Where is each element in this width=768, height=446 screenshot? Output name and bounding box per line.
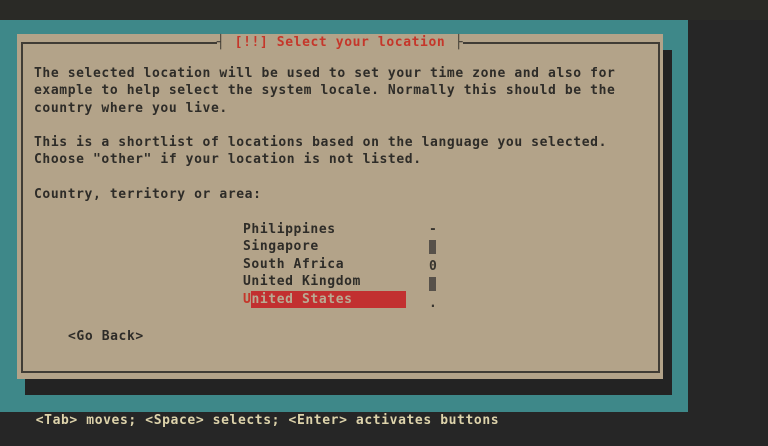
listbox-scrollbar: - 0 .	[429, 221, 439, 312]
list-item-philippines[interactable]: Philippines	[243, 221, 406, 238]
keyboard-help-bar: <Tab> moves; <Space> selects; <Enter> ac…	[0, 395, 688, 412]
country-listbox: Philippines Singapore South Africa Unite…	[243, 221, 406, 308]
scrollbar-thumb-block	[429, 240, 436, 254]
scrollbar-mark-middle: 0	[429, 258, 439, 275]
boot-console-bar: [ 1.257500] Freeing unused kernel memory…	[0, 0, 768, 20]
dialog-paragraph-timezone: The selected location will be used to se…	[34, 65, 615, 117]
installer-screen: ┤ [!!] Select your location ├ The select…	[0, 20, 688, 412]
scrollbar-mark-top: -	[429, 221, 439, 238]
list-item-united-states-selected[interactable]: United States	[243, 291, 406, 308]
framebuffer: { "console": { "boot_log": "[ 1.257500] …	[0, 0, 768, 433]
scrollbar-mark-bottom: .	[429, 295, 439, 312]
scrollbar-thumb-block-2	[429, 277, 436, 291]
scrollbar-thumb	[429, 240, 439, 257]
list-item-south-africa[interactable]: South Africa	[243, 256, 406, 273]
dialog-title: ┤ [!!] Select your location ├	[17, 35, 663, 51]
help-bar-text: <Tab> moves; <Space> selects; <Enter> ac…	[36, 413, 499, 428]
title-right-junction: ├	[446, 35, 463, 50]
title-left-junction: ┤	[217, 35, 234, 50]
dialog-title-text: [!!] Select your location	[234, 35, 447, 50]
list-item-united-kingdom[interactable]: United Kingdom	[243, 273, 406, 290]
list-item-singapore[interactable]: Singapore	[243, 238, 406, 255]
scrollbar-thumb-2	[429, 277, 439, 294]
country-field-label: Country, territory or area:	[34, 186, 262, 203]
selection-cursor: U	[243, 291, 251, 308]
dialog-paragraph-shortlist: This is a shortlist of locations based o…	[34, 134, 607, 169]
select-location-dialog: ┤ [!!] Select your location ├ The select…	[17, 34, 663, 379]
go-back-button[interactable]: <Go Back>	[68, 328, 144, 345]
selected-item-highlight: nited States	[251, 291, 406, 308]
